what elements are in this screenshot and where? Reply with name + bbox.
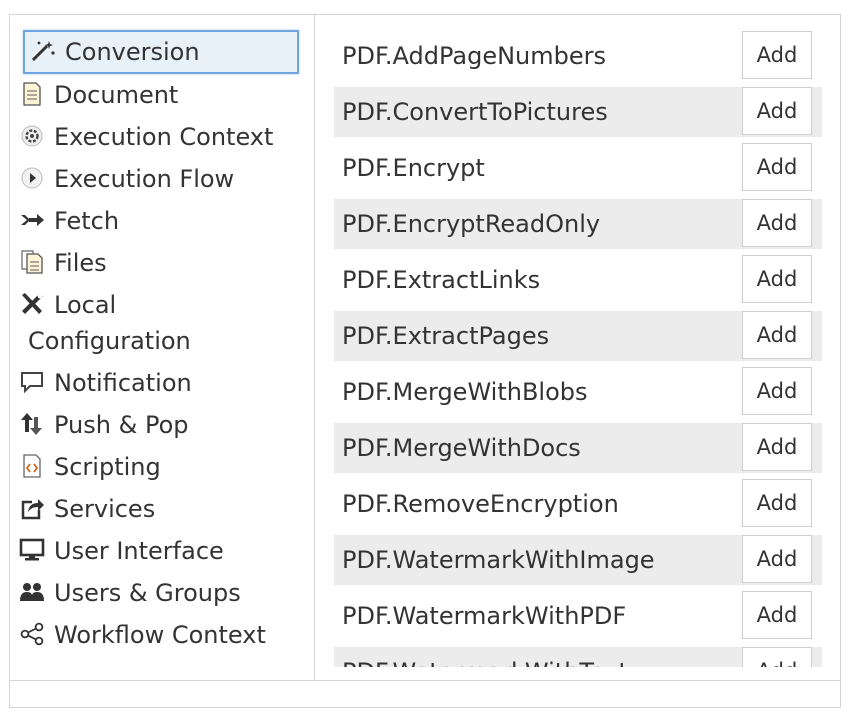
document-icon [19,82,45,106]
category-label: User Interface [54,537,224,565]
action-row: PDF.MergeWithDocs Add [334,423,822,473]
add-button[interactable]: Add [742,199,812,247]
action-row: PDF.WatermarkWithPDF Add [334,591,822,641]
category-label: Push & Pop [54,411,189,439]
gear-icon [19,124,45,148]
category-services[interactable]: Services [19,494,155,524]
action-name: PDF.WatermarkWithText [342,647,628,667]
action-row: PDF.MergeWithBlobs Add [334,367,822,417]
category-label: Files [54,249,107,277]
add-button[interactable]: Add [742,479,812,527]
add-button[interactable]: Add [742,31,812,79]
fetch-arrow-icon [19,208,45,232]
category-label-continuation[interactable]: Configuration [28,326,191,356]
category-notification[interactable]: Notification [19,368,192,398]
action-row: PDF.ExtractLinks Add [334,255,822,305]
category-local-configuration[interactable]: Local [19,290,116,320]
add-button[interactable]: Add [742,535,812,583]
category-label: Fetch [54,207,120,235]
action-name: PDF.RemoveEncryption [342,490,619,518]
category-label: Conversion [65,38,200,66]
category-label: Execution Flow [54,165,235,193]
category-label: Local [54,291,117,319]
action-row: PDF.ExtractPages Add [334,311,822,361]
action-name: PDF.Encrypt [342,154,485,182]
category-files[interactable]: Files [19,248,107,278]
actions-list[interactable]: PDF.AddPageNumbers Add PDF.ConvertToPict… [316,15,840,667]
action-row: PDF.WatermarkWithImage Add [334,535,822,585]
category-label: Scripting [54,453,161,481]
category-user-interface[interactable]: User Interface [19,536,224,566]
monitor-icon [19,538,45,562]
category-users-groups[interactable]: Users & Groups [19,578,241,608]
add-button[interactable]: Add [742,367,812,415]
play-icon [19,166,45,190]
action-name: PDF.AddPageNumbers [342,42,607,70]
category-workflow-context[interactable]: Workflow Context [19,620,266,650]
files-icon [19,250,45,274]
add-button[interactable]: Add [742,311,812,359]
action-name: PDF.ExtractPages [342,322,550,350]
share-nodes-icon [19,622,45,646]
footer-divider [9,680,841,681]
category-label: Workflow Context [54,621,266,649]
add-button[interactable]: Add [742,591,812,639]
magic-wand-icon [30,35,56,62]
action-name: PDF.WatermarkWithImage [342,546,655,574]
action-name: PDF.EncryptReadOnly [342,210,601,238]
category-scripting[interactable]: Scripting [19,452,161,482]
users-icon [19,580,45,604]
add-button[interactable]: Add [742,647,812,667]
category-push-pop[interactable]: Push & Pop [19,410,188,440]
category-label: Services [54,495,156,523]
add-button[interactable]: Add [742,143,812,191]
action-row: PDF.WatermarkWithText Add [334,647,822,667]
category-label: Notification [54,369,192,397]
action-row: PDF.AddPageNumbers Add [334,31,822,81]
up-down-arrows-icon [19,412,45,436]
category-label: Users & Groups [54,579,241,607]
action-row: PDF.RemoveEncryption Add [334,479,822,529]
share-box-icon [19,496,45,520]
category-execution-context[interactable]: Execution Context [19,122,273,152]
category-label: Execution Context [54,123,274,151]
add-button[interactable]: Add [742,255,812,303]
add-button[interactable]: Add [742,423,812,471]
action-row: PDF.Encrypt Add [334,143,822,193]
tools-icon [19,292,45,316]
action-name: PDF.ConvertToPictures [342,98,608,126]
category-execution-flow[interactable]: Execution Flow [19,164,234,194]
category-label: Document [54,81,179,109]
speech-bubble-icon [19,370,45,394]
action-name: PDF.WatermarkWithPDF [342,602,627,630]
action-name: PDF.ExtractLinks [342,266,541,294]
action-row: PDF.ConvertToPictures Add [334,87,822,137]
category-document[interactable]: Document [19,80,178,110]
script-icon [19,454,45,478]
action-name: PDF.MergeWithBlobs [342,378,588,406]
action-name: PDF.MergeWithDocs [342,434,581,462]
action-row: PDF.EncryptReadOnly Add [334,199,822,249]
add-button[interactable]: Add [742,87,812,135]
category-conversion[interactable]: Conversion [23,30,299,74]
category-fetch[interactable]: Fetch [19,206,119,236]
